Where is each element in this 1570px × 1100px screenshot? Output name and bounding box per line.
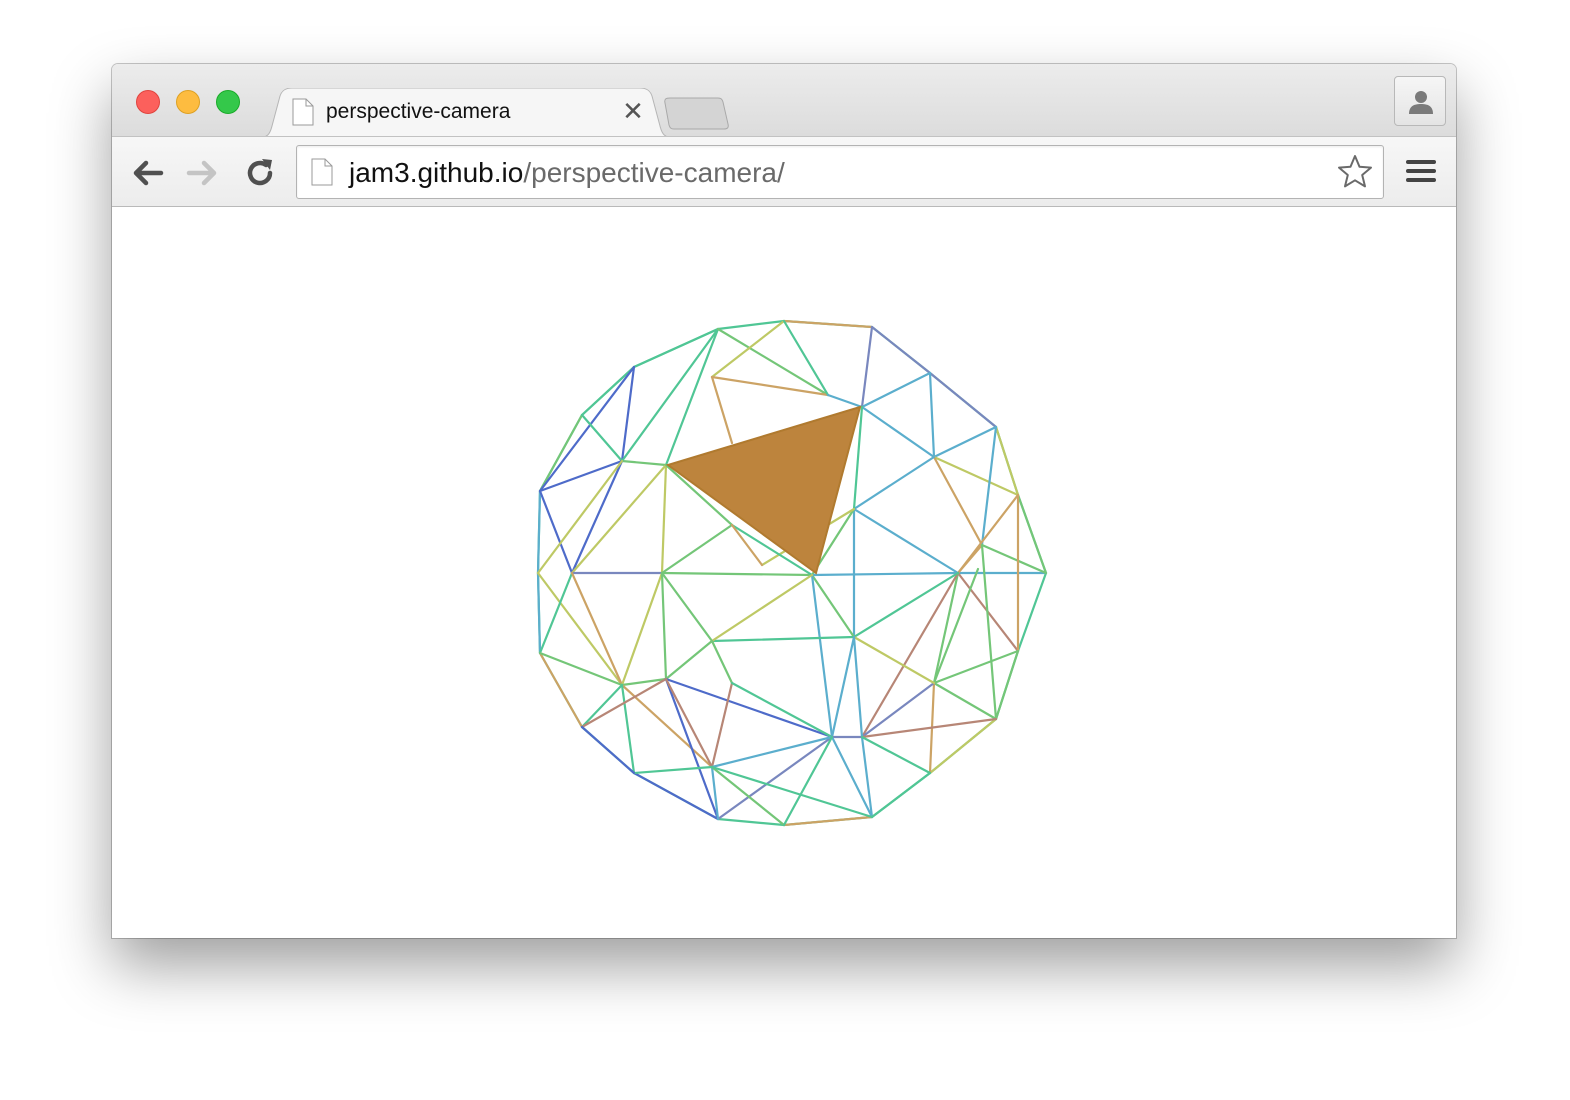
hamburger-menu-icon[interactable] bbox=[1404, 155, 1438, 189]
title-bar: perspective-camera ✕ bbox=[112, 64, 1456, 138]
address-bar[interactable]: jam3.github.io/perspective-camera/ bbox=[296, 145, 1384, 199]
person-icon bbox=[1409, 91, 1433, 114]
tab-perspective-camera[interactable]: perspective-camera ✕ bbox=[292, 88, 652, 136]
reload-icon bbox=[247, 159, 273, 186]
browser-window: perspective-camera ✕ jam3.github.io/pers… bbox=[112, 64, 1456, 938]
back-button[interactable] bbox=[128, 153, 168, 193]
wireframe-edges bbox=[536, 319, 1048, 827]
tab-title: perspective-camera bbox=[326, 100, 511, 123]
url-host: jam3.github.io bbox=[349, 157, 524, 188]
wireframe-icosphere[interactable] bbox=[112, 207, 1456, 938]
close-tab-icon[interactable]: ✕ bbox=[618, 96, 648, 126]
reload-button[interactable] bbox=[240, 153, 280, 193]
forward-button[interactable] bbox=[182, 153, 222, 193]
page-icon bbox=[311, 158, 333, 186]
arrow-right-icon bbox=[186, 160, 217, 186]
profile-button[interactable] bbox=[1394, 76, 1446, 126]
close-window-button[interactable] bbox=[136, 90, 160, 114]
zoom-window-button[interactable] bbox=[216, 90, 240, 114]
url-text: jam3.github.io/perspective-camera/ bbox=[349, 157, 785, 189]
arrow-left-icon bbox=[133, 160, 164, 186]
browser-toolbar: jam3.github.io/perspective-camera/ bbox=[112, 136, 1456, 207]
page-viewport bbox=[112, 207, 1456, 938]
minimize-window-button[interactable] bbox=[176, 90, 200, 114]
star-outline-icon[interactable] bbox=[1337, 154, 1373, 190]
page-icon bbox=[292, 98, 314, 126]
url-path: /perspective-camera/ bbox=[523, 157, 785, 188]
new-tab-icon[interactable] bbox=[664, 96, 730, 130]
